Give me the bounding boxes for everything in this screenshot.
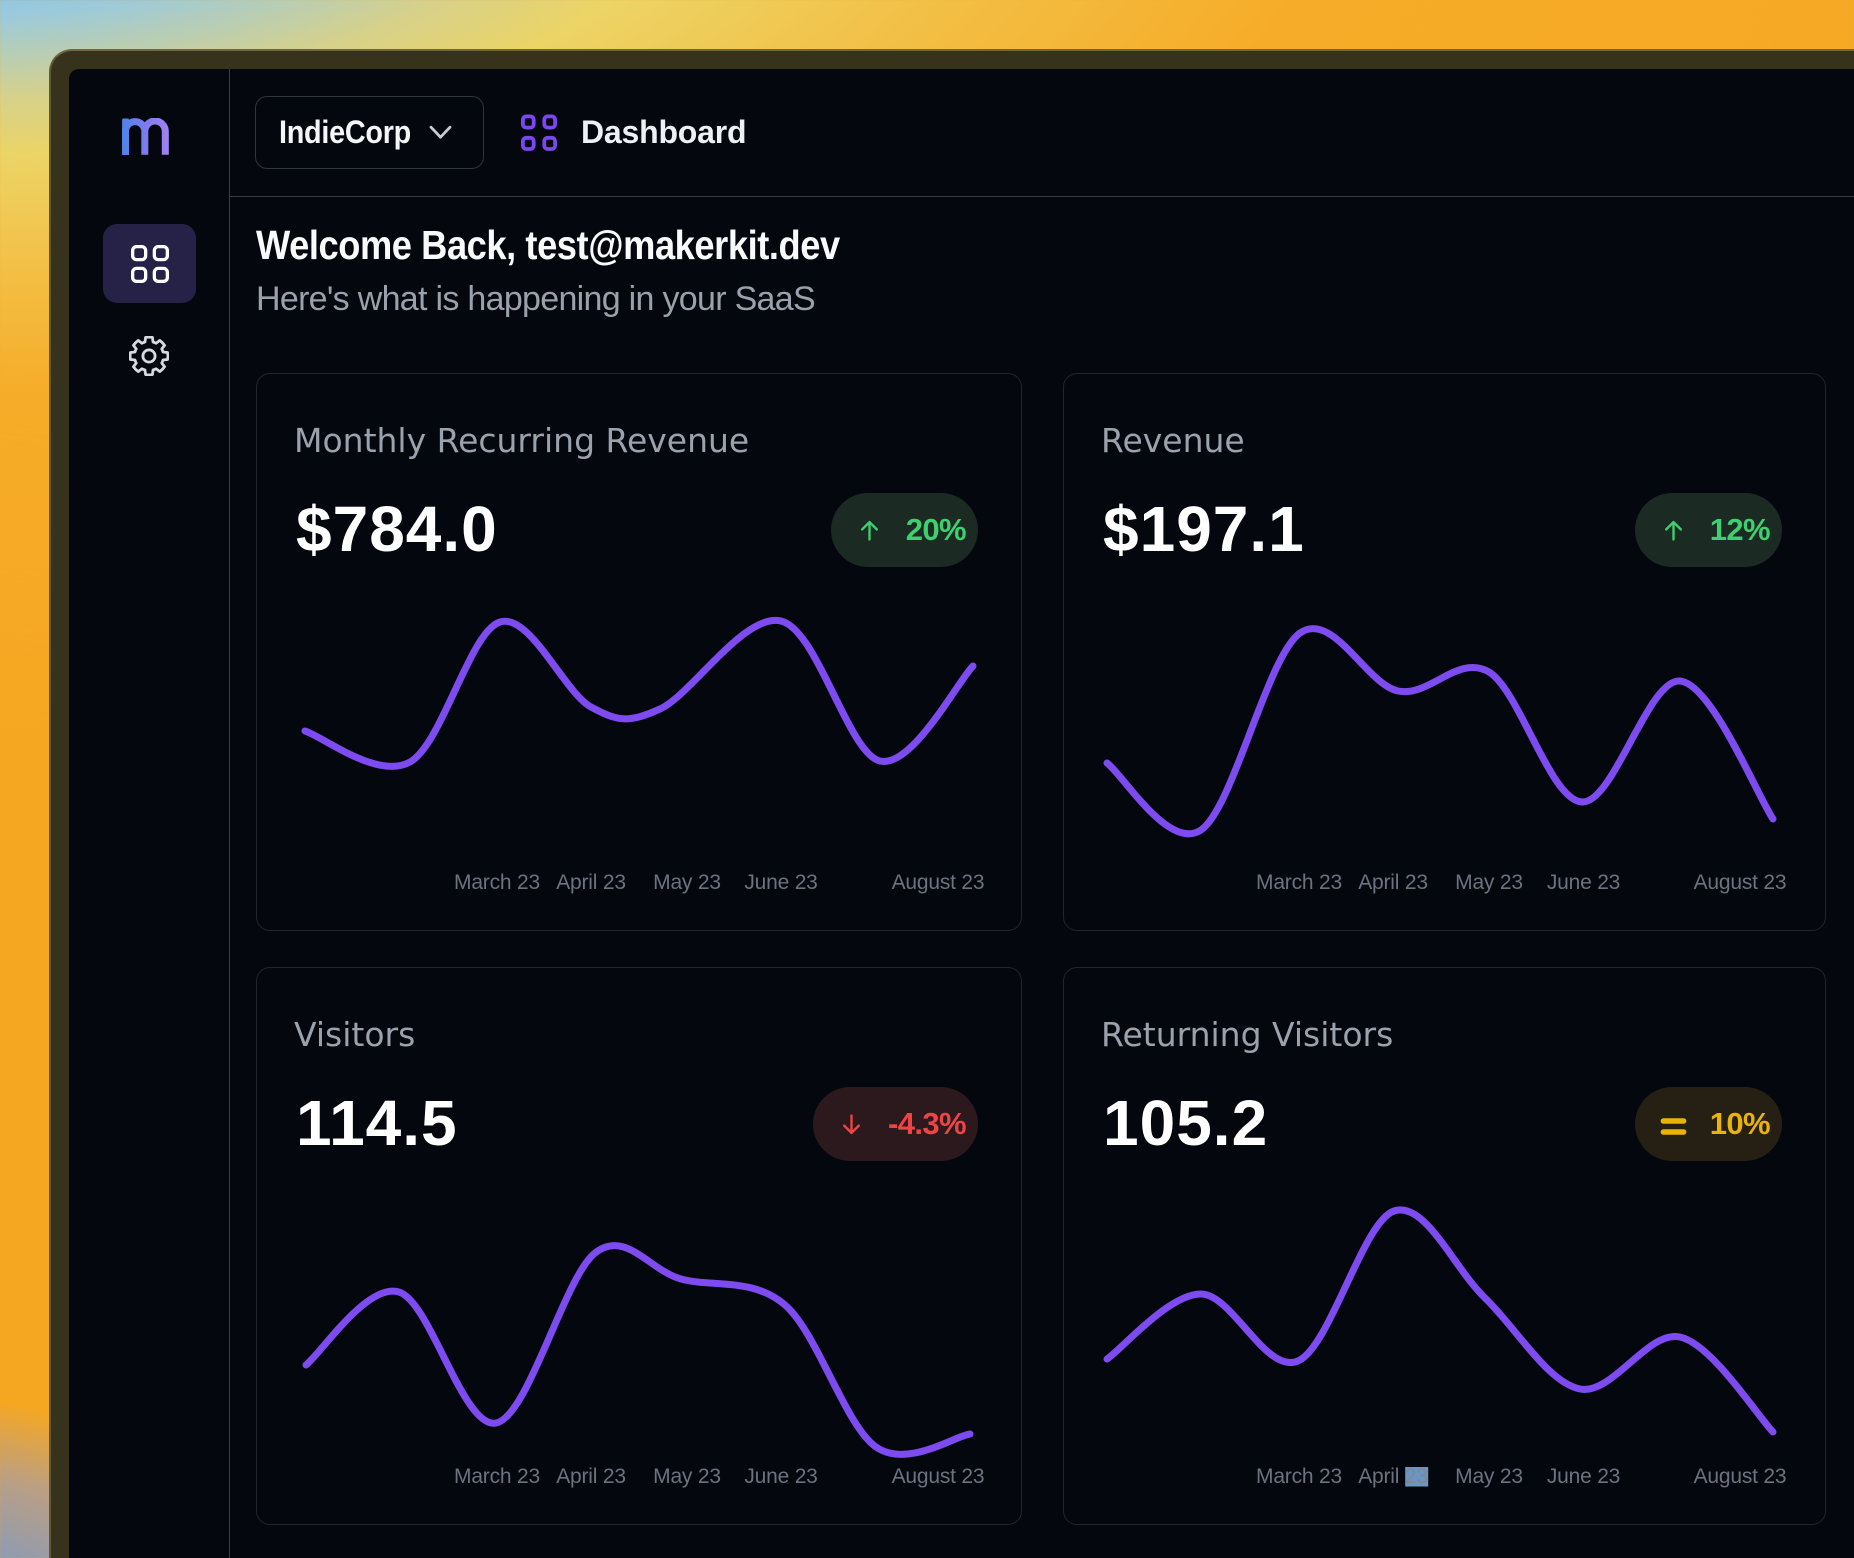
x-axis-label: May 23 (1455, 872, 1523, 893)
x-axis-label: August 23 (892, 1466, 985, 1487)
x-axis-label: April 23 (556, 1466, 626, 1487)
stat-card: Revenue $197.1 12% March 23April 23May 2… (1063, 373, 1826, 931)
x-axis-label: June 23 (1547, 1466, 1620, 1487)
dashboard-grid-icon (521, 114, 557, 151)
stat-card: Returning Visitors 105.2 10% March 23Apr… (1063, 967, 1826, 1525)
x-axis-label: May 23 (653, 872, 721, 893)
page-title: Dashboard (581, 114, 746, 151)
page-heading: Dashboard (521, 114, 746, 151)
app-surface: IndieCorp Dashboard Welcome Back, test@m… (69, 69, 1854, 1558)
stat-card: Monthly Recurring Revenue $784.0 20% Mar… (256, 373, 1022, 931)
app-window: IndieCorp Dashboard Welcome Back, test@m… (49, 49, 1854, 1558)
x-axis-label: June 23 (744, 872, 817, 893)
x-axis-label: March 23 (454, 1466, 540, 1487)
sidebar-item-dashboard[interactable] (103, 224, 196, 303)
x-axis-label: March 23 (454, 872, 540, 893)
x-axis-label: March 23 (1256, 872, 1342, 893)
desktop-wallpaper: { "colors": { "bg": "#05070e", "divider"… (0, 0, 1854, 1558)
welcome-subtitle: Here's what is happening in your SaaS (256, 282, 1854, 316)
selected-tick-text: 23 (1405, 1465, 1428, 1488)
team-selector-button[interactable]: IndieCorp (255, 96, 484, 169)
x-axis-label: March 23 (1256, 1466, 1342, 1487)
makerkit-logo (122, 118, 169, 156)
sparkline-chart (257, 968, 1021, 1526)
x-axis-label: August 23 (1694, 1466, 1787, 1487)
stat-card: Visitors 114.5 -4.3% March 23April 23May… (256, 967, 1022, 1525)
sparkline-chart (257, 374, 1021, 932)
x-axis-label: August 23 (1694, 872, 1787, 893)
gear-icon (130, 337, 168, 375)
x-axis-label: August 23 (892, 872, 985, 893)
x-axis-label: May 23 (653, 1466, 721, 1487)
chevron-down-icon (429, 125, 452, 140)
x-axis-label: June 23 (1547, 872, 1620, 893)
sidebar (69, 69, 230, 1558)
x-axis-label: April 23 (556, 872, 626, 893)
stats-grid: Monthly Recurring Revenue $784.0 20% Mar… (256, 373, 1854, 1525)
top-header: IndieCorp Dashboard (230, 69, 1854, 197)
sparkline-chart (1064, 968, 1828, 1526)
x-axis-label: April 23 (1358, 872, 1428, 893)
welcome-heading: Welcome Back, test@makerkit.dev (256, 225, 1670, 266)
x-axis-label: May 23 (1455, 1466, 1523, 1487)
grid-icon (131, 245, 169, 283)
sparkline-chart (1064, 374, 1828, 932)
team-name: IndieCorp (279, 114, 414, 151)
sidebar-item-settings[interactable] (129, 336, 169, 376)
main-content: Welcome Back, test@makerkit.dev Here's w… (230, 198, 1854, 1558)
x-axis-label: April 23 (1358, 1466, 1428, 1487)
x-axis-label: June 23 (744, 1466, 817, 1487)
